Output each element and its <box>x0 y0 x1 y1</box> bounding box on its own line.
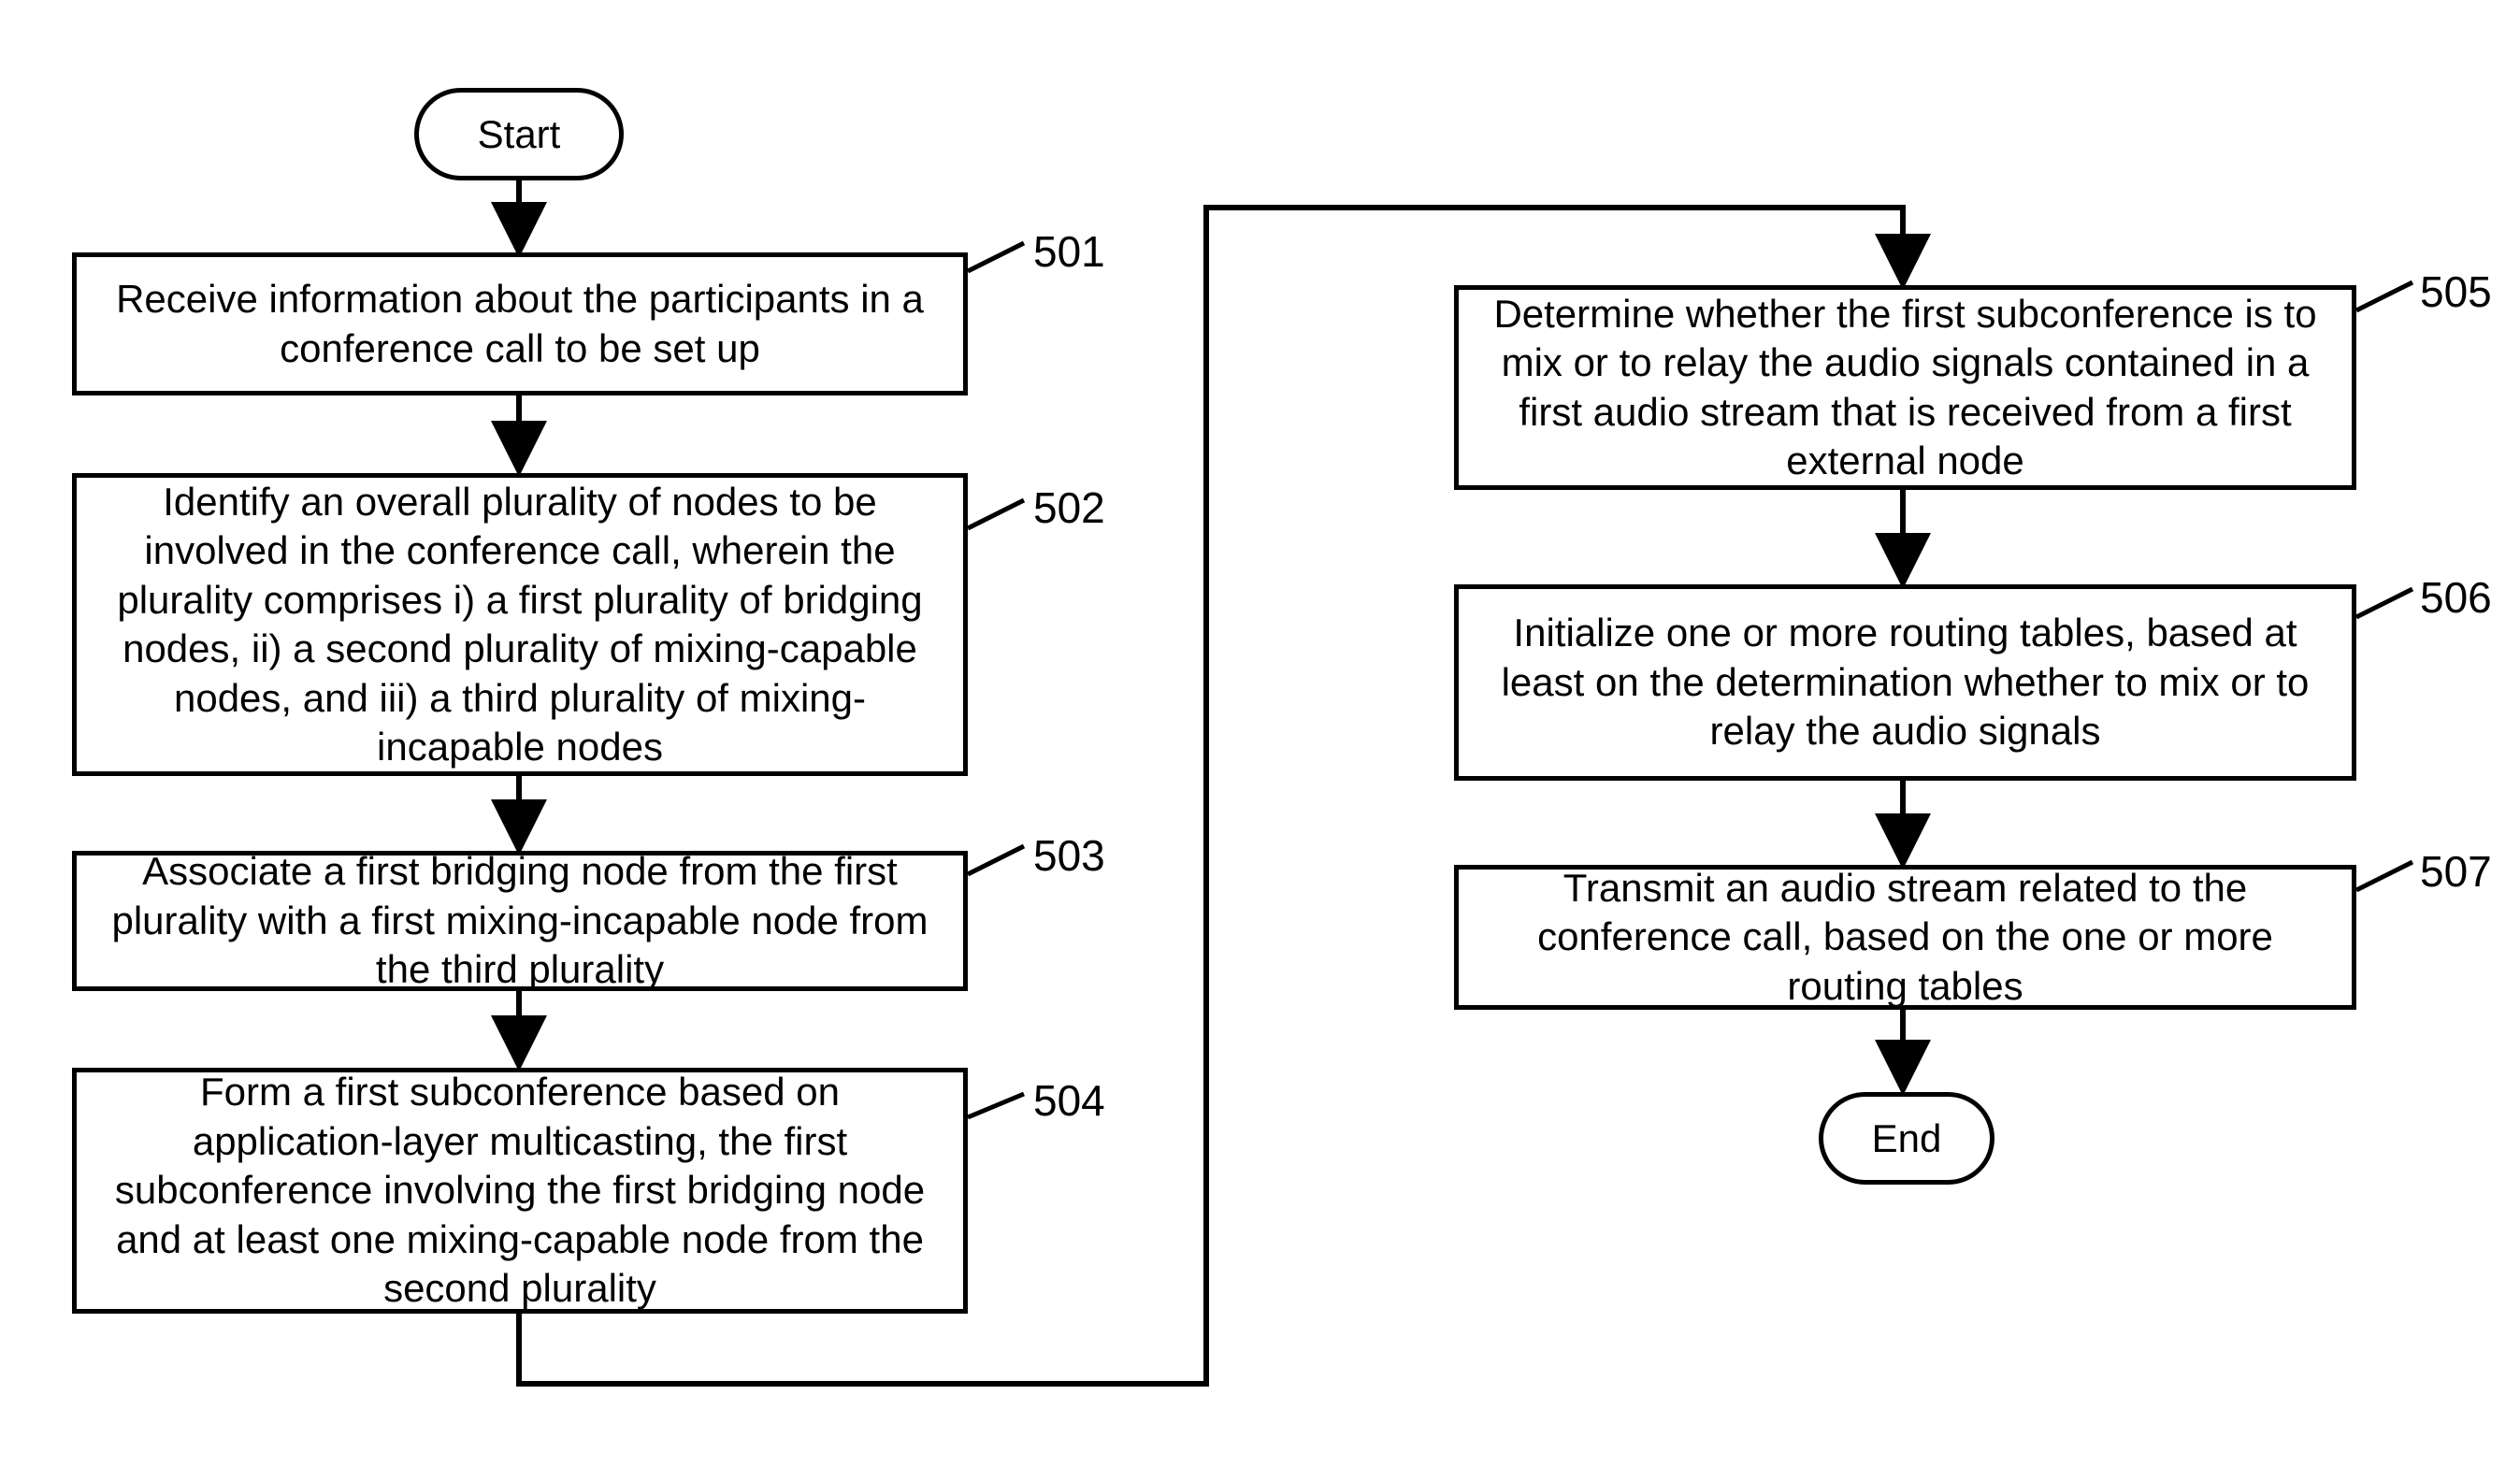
ref-506: 506 <box>2420 572 2492 623</box>
step-504-text: Form a first subconference based on appl… <box>95 1068 944 1314</box>
start-label: Start <box>478 112 561 157</box>
step-506-text: Initialize one or more routing tables, b… <box>1477 609 2333 756</box>
step-502: Identify an overall plurality of nodes t… <box>72 473 968 776</box>
end-label: End <box>1872 1116 1942 1161</box>
ref-503: 503 <box>1033 830 1105 881</box>
step-507: Transmit an audio stream related to the … <box>1454 865 2356 1010</box>
ref-502: 502 <box>1033 482 1105 533</box>
step-506: Initialize one or more routing tables, b… <box>1454 584 2356 781</box>
step-503: Associate a first bridging node from the… <box>72 851 968 991</box>
step-507-text: Transmit an audio stream related to the … <box>1477 864 2333 1012</box>
step-502-text: Identify an overall plurality of nodes t… <box>95 478 944 772</box>
ref-501: 501 <box>1033 226 1105 277</box>
step-501: Receive information about the participan… <box>72 252 968 395</box>
ref-504: 504 <box>1033 1075 1105 1126</box>
end-terminal: End <box>1819 1092 1994 1185</box>
step-505: Determine whether the first subconferenc… <box>1454 285 2356 490</box>
ref-507: 507 <box>2420 846 2492 897</box>
start-terminal: Start <box>414 88 624 180</box>
flowchart-canvas: Start Receive information about the part… <box>0 0 2520 1481</box>
step-503-text: Associate a first bridging node from the… <box>95 847 944 995</box>
step-504: Form a first subconference based on appl… <box>72 1068 968 1314</box>
ref-505: 505 <box>2420 266 2492 317</box>
step-505-text: Determine whether the first subconferenc… <box>1477 290 2333 486</box>
step-501-text: Receive information about the participan… <box>95 275 944 373</box>
